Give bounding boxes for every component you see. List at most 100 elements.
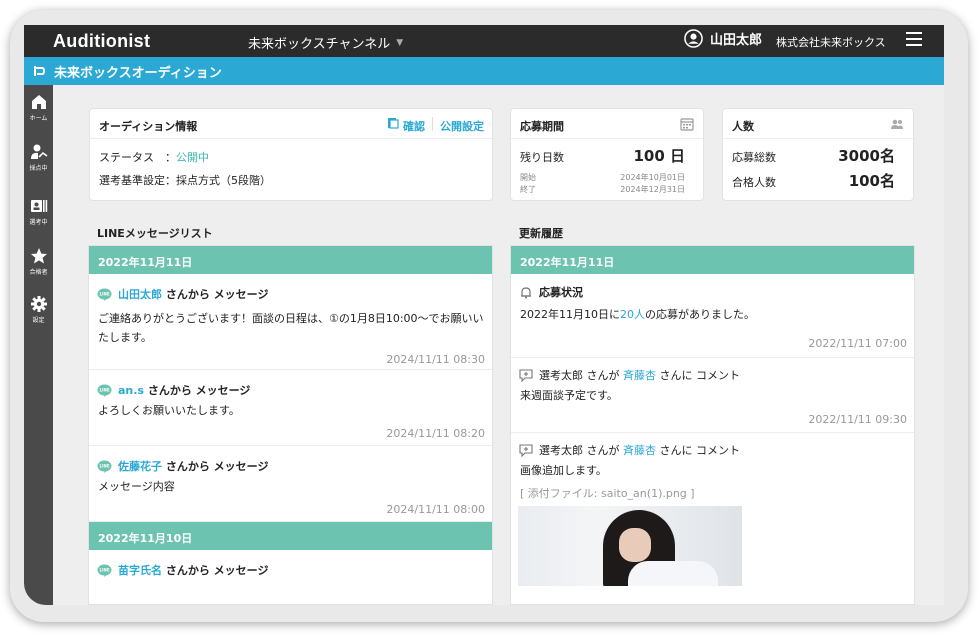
audition-info-card: オーディション情報 確認 公開設定 ステータス ：公開中 選考基準設定：採点方式… bbox=[89, 108, 493, 201]
svg-text:LINE: LINE bbox=[99, 463, 109, 468]
remaining-label: 残り日数 bbox=[520, 151, 564, 164]
user-name: 山田太郎 bbox=[710, 33, 763, 48]
sender-name[interactable]: an.s bbox=[118, 384, 144, 397]
date-band: 2022年11月11日 bbox=[89, 246, 492, 274]
photo-face bbox=[619, 528, 651, 562]
comment-text: さんが bbox=[586, 444, 620, 457]
scoring-icon bbox=[30, 144, 47, 159]
list-item[interactable]: LINE 佐藤花子 さんから メッセージ メッセージ内容 2024/11/11 … bbox=[89, 446, 492, 522]
comment-text: さんが bbox=[586, 369, 620, 382]
user-menu[interactable]: 山田太郎 bbox=[684, 29, 762, 48]
card-header: 人数 bbox=[723, 109, 913, 139]
actor-name: 選考太郎 bbox=[539, 444, 583, 457]
history-item: 選考太郎 さんが 斉藤杏 さんに コメント 来週面談予定です。 2022/11/… bbox=[511, 358, 914, 433]
status-value: 公開中 bbox=[176, 151, 209, 164]
actor-name: 選考太郎 bbox=[539, 369, 583, 382]
comment-body: 来週面談予定です。 bbox=[520, 389, 618, 402]
history-header: 応募状況 bbox=[519, 284, 583, 300]
comment-body: 画像追加します。 bbox=[520, 464, 607, 477]
attachment-link[interactable]: [ 添付ファイル: saito_an(1).png ] bbox=[520, 485, 695, 501]
app-screen: Auditionist 未来ボックスチャンネル ▼ 山田太郎 株式会社未来ボック… bbox=[24, 25, 944, 605]
remaining-days: 100 日 bbox=[633, 147, 685, 165]
message-body: よろしくお願いいたします。 bbox=[98, 404, 240, 417]
line-icon: LINE bbox=[97, 384, 112, 397]
message-time: 2024/11/11 08:20 bbox=[386, 427, 485, 440]
history-time: 2022/11/11 07:00 bbox=[808, 337, 907, 350]
status-text: の応募がありました。 bbox=[645, 308, 755, 321]
history-list: 2022年11月11日 応募状況 2022年11月10日に20人の応募がありまし… bbox=[510, 245, 915, 605]
attached-photo[interactable] bbox=[518, 506, 742, 586]
message-header: LINE an.s さんから メッセージ bbox=[97, 382, 250, 398]
star-icon bbox=[30, 248, 47, 264]
total-label: 応募総数 bbox=[732, 151, 776, 164]
publish-settings-link[interactable]: 公開設定 bbox=[440, 118, 484, 134]
top-bar: Auditionist 未来ボックスチャンネル ▼ 山田太郎 株式会社未来ボック… bbox=[24, 25, 944, 57]
sidebar-item-passed[interactable]: 合格者 bbox=[24, 247, 53, 276]
sidebar-item-scoring[interactable]: 採点中 bbox=[24, 143, 53, 172]
line-message-list: 2022年11月11日 LINE 山田太郎 さんから メッセージ ご連絡ありがと… bbox=[88, 245, 493, 605]
sidebar-item-settings[interactable]: 設定 bbox=[24, 295, 53, 324]
message-label: さんから メッセージ bbox=[165, 460, 269, 473]
card-title: 応募期間 bbox=[520, 120, 564, 133]
app-logo[interactable]: Auditionist bbox=[53, 31, 150, 52]
card-title: オーディション情報 bbox=[99, 120, 198, 133]
date-band: 2022年11月10日 bbox=[89, 522, 492, 550]
status-text: 2022年11月10日に bbox=[520, 308, 620, 321]
counts-card: 人数 応募総数 3000名 合格人数 100名 bbox=[722, 108, 914, 201]
message-label: さんから メッセージ bbox=[147, 384, 251, 397]
history-time: 2022/11/11 09:30 bbox=[808, 413, 907, 426]
history-item: 応募状況 2022年11月10日に20人の応募がありました。 2022/11/1… bbox=[511, 274, 914, 358]
comment-text: さんに コメント bbox=[659, 444, 741, 457]
bell-icon bbox=[521, 286, 531, 298]
criteria-row: 選考基準設定：採点方式（5段階） bbox=[99, 174, 271, 187]
message-body: メッセージ内容 bbox=[98, 480, 175, 493]
selection-icon bbox=[30, 200, 47, 212]
period-card: 応募期間 残り日数 100 日 開始 2024年10月01日 終了 2024年1… bbox=[510, 108, 704, 201]
comment-text: さんに コメント bbox=[659, 369, 741, 382]
hamburger-menu-icon[interactable] bbox=[906, 32, 922, 46]
sender-name[interactable]: 苗字氏名 bbox=[118, 564, 162, 577]
channel-selector[interactable]: 未来ボックスチャンネル ▼ bbox=[248, 33, 403, 52]
message-time: 2024/11/11 08:30 bbox=[386, 353, 485, 366]
sender-name[interactable]: 佐藤花子 bbox=[118, 460, 162, 473]
history-title: 更新履歴 bbox=[519, 227, 563, 240]
passed-label: 合格人数 bbox=[732, 176, 776, 189]
user-icon bbox=[684, 29, 703, 48]
back-icon[interactable] bbox=[32, 64, 46, 78]
list-item[interactable]: LINE 苗字氏名 さんから メッセージ bbox=[89, 550, 492, 604]
sidebar: ホーム 採点中 選考中 合格者 設定 bbox=[24, 85, 53, 605]
audition-bar: 未来ボックスオーディション bbox=[24, 57, 944, 85]
calendar-icon bbox=[680, 118, 694, 131]
target-name[interactable]: 斉藤杏 bbox=[623, 369, 656, 382]
confirm-link[interactable]: 確認 bbox=[403, 118, 425, 134]
line-icon: LINE bbox=[97, 288, 112, 301]
history-body: 2022年11月10日に20人の応募がありました。 bbox=[520, 305, 910, 324]
list-item[interactable]: LINE 山田太郎 さんから メッセージ ご連絡ありがとうございます！面談の日程… bbox=[89, 274, 492, 370]
channel-name: 未来ボックスチャンネル bbox=[248, 37, 391, 52]
line-icon: LINE bbox=[97, 460, 112, 473]
svg-text:LINE: LINE bbox=[99, 291, 109, 296]
gear-icon bbox=[30, 296, 47, 312]
end-label: 終了 bbox=[520, 185, 536, 194]
end-date: 2024年12月31日 bbox=[620, 185, 685, 194]
audition-title: 未来ボックスオーディション bbox=[54, 65, 222, 81]
sidebar-item-selection[interactable]: 選考中 bbox=[24, 197, 53, 226]
history-header: 選考太郎 さんが 斉藤杏 さんに コメント bbox=[519, 367, 740, 383]
card-header: 応募期間 bbox=[511, 109, 703, 139]
svg-text:LINE: LINE bbox=[99, 387, 109, 392]
sidebar-item-home[interactable]: ホーム bbox=[24, 93, 53, 122]
sender-name[interactable]: 山田太郎 bbox=[118, 288, 162, 301]
message-body: ご連絡ありがとうございます！面談の日程は、①の1月8日10:00〜でお願いいたし… bbox=[98, 312, 484, 344]
sidebar-item-label: 選考中 bbox=[29, 219, 48, 226]
history-item: 選考太郎 さんが 斉藤杏 さんに コメント 画像追加します。 [ 添付ファイル:… bbox=[511, 433, 914, 593]
date-band: 2022年11月11日 bbox=[511, 246, 914, 274]
line-list-title: LINEメッセージリスト bbox=[97, 227, 213, 240]
applicant-count[interactable]: 20人 bbox=[620, 308, 645, 321]
target-name[interactable]: 斉藤杏 bbox=[623, 444, 656, 457]
list-item[interactable]: LINE an.s さんから メッセージ よろしくお願いいたします。 2024/… bbox=[89, 370, 492, 446]
card-header: オーディション情報 確認 公開設定 bbox=[90, 109, 492, 139]
card-title: 人数 bbox=[732, 120, 754, 133]
message-header: LINE 佐藤花子 さんから メッセージ bbox=[97, 458, 268, 474]
line-icon: LINE bbox=[97, 564, 112, 577]
home-icon bbox=[31, 95, 46, 109]
